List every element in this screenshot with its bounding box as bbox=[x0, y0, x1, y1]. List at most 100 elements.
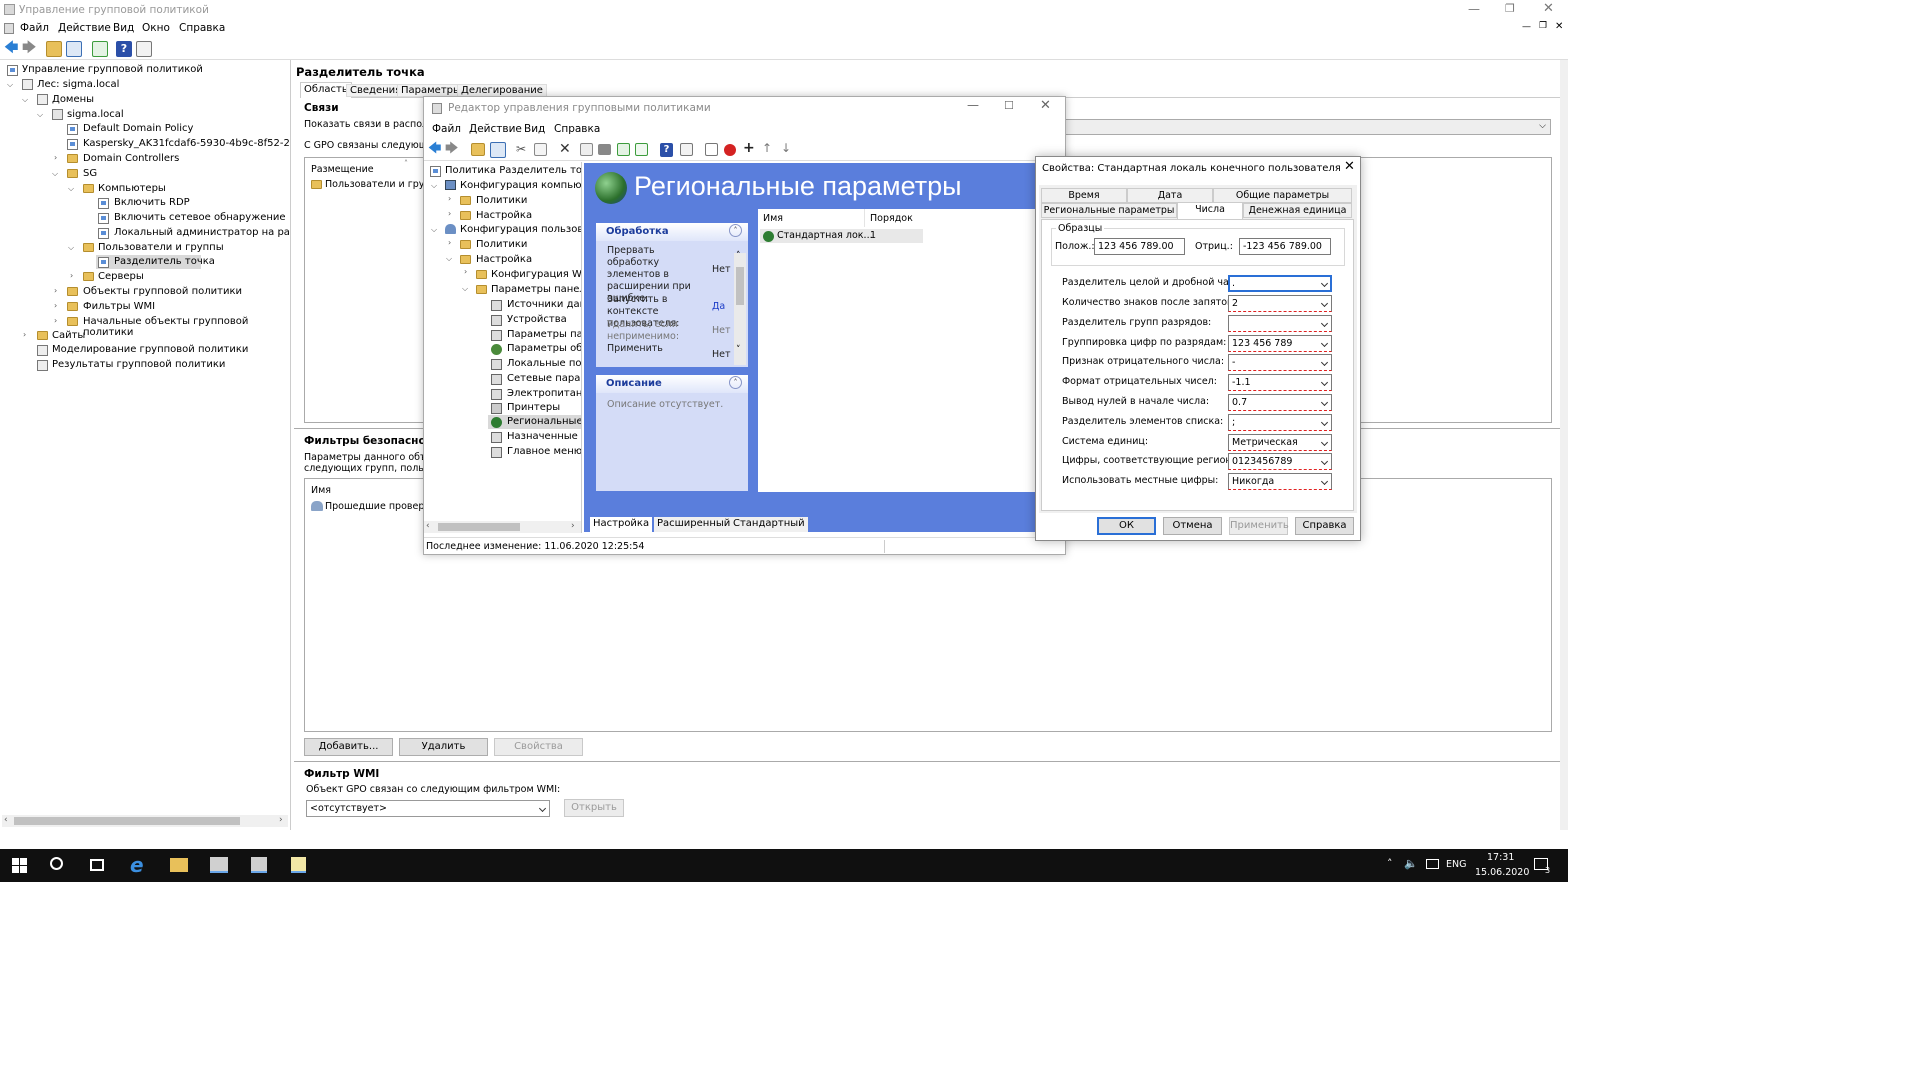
chevron-right-icon[interactable]: › bbox=[448, 238, 451, 247]
chevron-down-icon[interactable]: ⌵ bbox=[68, 243, 74, 253]
tab-currency[interactable]: Денежная единица bbox=[1243, 203, 1352, 218]
mdi-close-button[interactable]: ✕ bbox=[1555, 21, 1563, 32]
decimal-separator-combo[interactable]: . bbox=[1228, 275, 1332, 292]
native-digits-combo[interactable]: 0123456789 bbox=[1228, 453, 1332, 470]
chevron-down-icon[interactable]: ⌵ bbox=[446, 254, 452, 264]
close-icon[interactable]: ✕ bbox=[1344, 159, 1355, 174]
tree-item[interactable]: Сайты bbox=[52, 330, 85, 341]
editor-tree-item[interactable]: Принтеры bbox=[507, 402, 560, 413]
processing-value-link[interactable]: Да bbox=[712, 301, 725, 312]
wmi-filter-combo[interactable]: <отсутствует> bbox=[306, 800, 550, 817]
up-folder-icon[interactable] bbox=[46, 41, 62, 57]
processing-scrollbar[interactable]: ˄ ˅ bbox=[734, 251, 746, 365]
editor-tree-item[interactable]: Конфигурация Winc bbox=[491, 269, 581, 280]
help-button[interactable]: Справка bbox=[1295, 517, 1354, 535]
print-icon[interactable] bbox=[598, 144, 611, 155]
tree-item[interactable]: Серверы bbox=[98, 271, 144, 282]
properties-button[interactable]: Свойства bbox=[494, 738, 583, 756]
help-icon[interactable]: ? bbox=[116, 41, 132, 57]
move-up-icon[interactable]: ↑ bbox=[762, 141, 778, 157]
tree-item[interactable]: Компьютеры bbox=[98, 183, 166, 194]
chevron-right-icon[interactable]: › bbox=[54, 286, 57, 295]
tree-item[interactable]: Domain Controllers bbox=[83, 153, 179, 164]
delete-icon[interactable]: ✕ bbox=[559, 141, 575, 157]
digit-substitution-combo[interactable]: Никогда bbox=[1228, 473, 1332, 490]
tree-root[interactable]: Управление групповой политикой bbox=[22, 64, 203, 75]
editor-tree-item[interactable]: Настройка bbox=[476, 254, 532, 265]
editor-tree-item[interactable]: Региональные п bbox=[507, 416, 581, 427]
remove-button[interactable]: Удалить bbox=[399, 738, 488, 756]
minimize-button[interactable]: — bbox=[967, 98, 979, 112]
editor-tree-item[interactable]: Устройства bbox=[507, 314, 567, 325]
tree-item[interactable]: Фильтры WMI bbox=[83, 301, 155, 312]
tree-item[interactable]: Default Domain Policy bbox=[83, 123, 193, 134]
stop-icon[interactable] bbox=[724, 144, 736, 156]
editor-tree-item[interactable]: Параметры обо: bbox=[507, 343, 581, 354]
file-explorer-icon[interactable] bbox=[170, 858, 188, 872]
tree-item[interactable]: Включить RDP bbox=[114, 197, 190, 208]
show-hide-tree-icon[interactable] bbox=[66, 41, 82, 57]
back-icon[interactable]: 🡄 bbox=[428, 142, 444, 158]
properties-icon[interactable] bbox=[136, 41, 152, 57]
search-icon[interactable] bbox=[50, 857, 63, 870]
links-location-combo[interactable]: ⌵ bbox=[1065, 119, 1551, 135]
column-header-order[interactable]: Порядок bbox=[870, 213, 913, 224]
editor-tree-item[interactable]: Политики bbox=[476, 195, 527, 206]
help-icon[interactable]: ? bbox=[660, 143, 673, 157]
tab-numbers[interactable]: Числа bbox=[1177, 202, 1243, 219]
editor-tree-scrollbar[interactable]: ‹ › bbox=[424, 521, 581, 533]
back-icon[interactable]: 🡄 bbox=[4, 41, 20, 57]
tree-forest[interactable]: Лес: sigma.local bbox=[37, 79, 119, 90]
menu-file[interactable]: Файл bbox=[432, 123, 461, 135]
forward-icon[interactable]: 🡆 bbox=[445, 142, 461, 158]
tab-scope[interactable]: Область bbox=[300, 82, 352, 98]
gpmc-taskbar-icon[interactable] bbox=[210, 857, 228, 873]
cancel-button[interactable]: Отмена bbox=[1163, 517, 1222, 535]
copy-icon[interactable] bbox=[534, 143, 547, 156]
restore-button[interactable]: ❐ bbox=[1505, 2, 1515, 15]
tab-general[interactable]: Общие параметры bbox=[1213, 188, 1352, 203]
editor-tree-item[interactable]: Параметры папо bbox=[507, 329, 581, 340]
close-button[interactable]: ✕ bbox=[1040, 98, 1051, 113]
network-icon[interactable] bbox=[1426, 859, 1439, 869]
maximize-button[interactable]: ☐ bbox=[1004, 99, 1014, 112]
splitter[interactable] bbox=[294, 761, 1562, 762]
tab-configure[interactable]: Настройка bbox=[590, 517, 653, 532]
editor-tree-item[interactable]: Главное меню bbox=[507, 446, 581, 457]
editor-tree-item[interactable]: Политики bbox=[476, 239, 527, 250]
column-header-name[interactable]: Имя bbox=[763, 213, 783, 224]
menu-action[interactable]: Действие bbox=[58, 22, 111, 34]
chevron-down-icon[interactable]: ⌵ bbox=[431, 181, 437, 191]
tab-standard[interactable]: Стандартный bbox=[730, 517, 808, 532]
open-button[interactable]: Открыть bbox=[564, 799, 624, 817]
tab-regional[interactable]: Региональные параметры bbox=[1041, 203, 1177, 218]
tree-item[interactable]: Пользователи и группы bbox=[98, 242, 224, 253]
menu-help[interactable]: Справка bbox=[179, 22, 225, 34]
editor-tree-item[interactable]: Источники данн bbox=[507, 299, 581, 310]
editor-tree-item[interactable]: Настройка bbox=[476, 210, 532, 221]
internet-explorer-icon[interactable]: e bbox=[130, 853, 144, 877]
chevron-down-icon[interactable]: ⌵ bbox=[22, 95, 28, 105]
tab-date[interactable]: Дата bbox=[1127, 188, 1213, 203]
language-indicator[interactable]: ENG bbox=[1446, 859, 1466, 870]
tree-item[interactable]: Разделитель точка bbox=[114, 256, 215, 267]
chevron-down-icon[interactable]: ⌵ bbox=[37, 110, 43, 120]
tree-item[interactable]: Результаты групповой политики bbox=[52, 359, 225, 370]
tree-domain[interactable]: sigma.local bbox=[67, 109, 124, 120]
chevron-right-icon[interactable]: › bbox=[23, 330, 26, 339]
chevron-right-icon[interactable]: › bbox=[54, 301, 57, 310]
editor-tree-item[interactable]: Конфигурация пользовате bbox=[460, 224, 581, 235]
chevron-right-icon[interactable]: › bbox=[54, 153, 57, 162]
tree-item[interactable]: Моделирование групповой политики bbox=[52, 344, 248, 355]
menu-action[interactable]: Действие bbox=[469, 123, 522, 135]
vertical-scrollbar[interactable] bbox=[1560, 60, 1568, 830]
measurement-system-combo[interactable]: Метрическая bbox=[1228, 434, 1332, 451]
chevron-right-icon[interactable]: › bbox=[464, 267, 467, 276]
view-icon[interactable] bbox=[680, 143, 693, 156]
editor-tree-item[interactable]: Электропитание bbox=[507, 388, 581, 399]
menu-file[interactable]: Файл bbox=[20, 22, 49, 34]
apply-button[interactable]: Применить bbox=[1229, 517, 1289, 535]
tree-domains[interactable]: Домены bbox=[52, 94, 94, 105]
task-view-icon[interactable] bbox=[90, 859, 104, 871]
negative-format-combo[interactable]: -1.1 bbox=[1228, 374, 1332, 391]
